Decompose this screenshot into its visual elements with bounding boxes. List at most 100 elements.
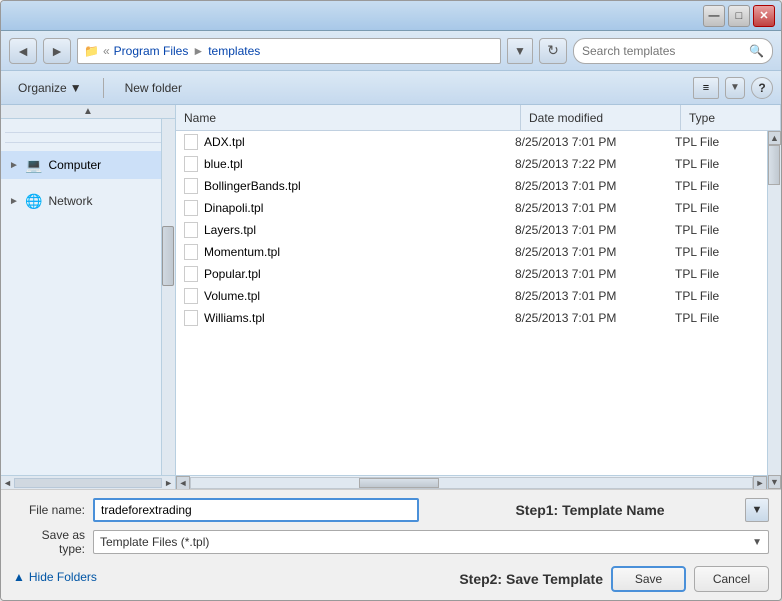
table-row[interactable]: Momentum.tpl 8/25/2013 7:01 PM TPL File [176, 241, 767, 263]
breadcrumb-icon: 📁 [84, 44, 99, 58]
refresh-button[interactable]: ↻ [539, 38, 567, 64]
sidebar-scroll-thumb[interactable] [162, 226, 174, 286]
bottom-footer: ▲ Hide Folders Step2: Save Template Save… [13, 562, 769, 592]
file-area: Name Date modified Type ADX.tpl 8/25/201… [176, 105, 781, 489]
minimize-button[interactable]: — [703, 5, 725, 27]
search-icon: 🔍 [749, 44, 764, 58]
save-type-arrow-icon: ▼ [752, 537, 762, 548]
new-folder-label: New folder [125, 81, 182, 95]
file-cell-type: TPL File [667, 157, 767, 171]
vertical-scrollbar: ▲ ▼ [767, 131, 781, 489]
file-cell-name: Volume.tpl [176, 288, 507, 304]
table-row[interactable]: Layers.tpl 8/25/2013 7:01 PM TPL File [176, 219, 767, 241]
sidebar-scroll-track [162, 119, 174, 475]
sidebar-item-network[interactable]: ► 🌐 Network [1, 187, 175, 215]
back-button[interactable]: ◄ [9, 38, 37, 64]
file-cell-type: TPL File [667, 267, 767, 281]
toolbar-right: ≡ ▼ ? [693, 77, 773, 99]
path-dropdown-button[interactable]: ▼ [507, 38, 533, 64]
search-input[interactable] [582, 44, 745, 58]
table-row[interactable]: Dinapoli.tpl 8/25/2013 7:01 PM TPL File [176, 197, 767, 219]
file-cell-date: 8/25/2013 7:01 PM [507, 245, 667, 259]
hscroll-track [190, 477, 753, 489]
sidebar-scroll-up[interactable]: ▲ [1, 105, 175, 119]
file-cell-name: ADX.tpl [176, 134, 507, 150]
file-cell-name: blue.tpl [176, 156, 507, 172]
table-row[interactable]: BollingerBands.tpl 8/25/2013 7:01 PM TPL… [176, 175, 767, 197]
save-type-row: Save as type: Template Files (*.tpl) ▼ [13, 528, 769, 556]
file-cell-date: 8/25/2013 7:01 PM [507, 135, 667, 149]
file-cell-type: TPL File [667, 245, 767, 259]
vscroll-down-button[interactable]: ▼ [768, 475, 781, 489]
file-list-header: Name Date modified Type [176, 105, 781, 131]
maximize-button[interactable]: □ [728, 5, 750, 27]
title-bar-buttons: — □ ✕ [703, 5, 775, 27]
bottom-section: File name: Step1: Template Name ▼ Save a… [1, 489, 781, 600]
column-header-date[interactable]: Date modified [521, 105, 681, 130]
action-row: Step2: Save Template Save Cancel [459, 562, 769, 592]
file-name-text: Volume.tpl [204, 289, 260, 303]
address-bar: ◄ ► 📁 « Program Files ► templates ▼ ↻ 🔍 [1, 31, 781, 71]
file-cell-name: Williams.tpl [176, 310, 507, 326]
hscroll-left-button[interactable]: ◄ [176, 476, 190, 490]
hide-folders-button[interactable]: ▲ Hide Folders [13, 566, 97, 588]
table-row[interactable]: blue.tpl 8/25/2013 7:22 PM TPL File [176, 153, 767, 175]
file-cell-type: TPL File [667, 179, 767, 193]
file-name-text: ADX.tpl [204, 135, 245, 149]
new-folder-button[interactable]: New folder [116, 76, 191, 100]
file-name-text: Williams.tpl [204, 311, 265, 325]
breadcrumb-program-files[interactable]: Program Files [114, 44, 189, 58]
cancel-button[interactable]: Cancel [694, 566, 769, 592]
file-cell-date: 8/25/2013 7:01 PM [507, 223, 667, 237]
file-name-input[interactable] [93, 498, 419, 522]
table-row[interactable]: Williams.tpl 8/25/2013 7:01 PM TPL File [176, 307, 767, 329]
help-button[interactable]: ? [751, 77, 773, 99]
sidebar: ▲ ► 💻 Computer ► 🌐 [1, 105, 176, 489]
column-header-name[interactable]: Name [176, 105, 521, 130]
sidebar-item-network-label: Network [48, 194, 92, 208]
close-button[interactable]: ✕ [753, 5, 775, 27]
table-row[interactable]: ADX.tpl 8/25/2013 7:01 PM TPL File [176, 131, 767, 153]
save-button[interactable]: Save [611, 566, 686, 592]
hide-folders-label: Hide Folders [29, 570, 97, 584]
forward-button[interactable]: ► [43, 38, 71, 64]
sidebar-scroll-area: ► 💻 Computer ► 🌐 Network [1, 119, 175, 475]
hscroll-right-button[interactable]: ► [753, 476, 767, 490]
vscroll-up-button[interactable]: ▲ [768, 131, 781, 145]
column-header-type[interactable]: Type [681, 105, 781, 130]
file-icon [184, 310, 198, 326]
sidebar-scroll-down[interactable]: ◄ ► [1, 475, 175, 489]
file-icon [184, 134, 198, 150]
breadcrumb-templates[interactable]: templates [208, 44, 260, 58]
hscroll-thumb[interactable] [359, 478, 439, 488]
sidebar-item-computer-label: Computer [48, 158, 101, 172]
organize-arrow-icon: ▼ [70, 81, 82, 95]
table-row[interactable]: Volume.tpl 8/25/2013 7:01 PM TPL File [176, 285, 767, 307]
computer-chevron-icon: ► [9, 160, 19, 171]
sidebar-scrollbar[interactable] [161, 119, 175, 475]
save-type-dropdown[interactable]: Template Files (*.tpl) ▼ [93, 530, 769, 554]
step1-dropdown-button[interactable]: ▼ [745, 498, 769, 522]
file-icon [184, 222, 198, 238]
organize-button[interactable]: Organize ▼ [9, 76, 91, 100]
horizontal-scrollbar: ◄ ► [176, 475, 767, 489]
view-arrow-button[interactable]: ▼ [725, 77, 745, 99]
file-name-text: Popular.tpl [204, 267, 261, 281]
save-dialog-window: — □ ✕ ◄ ► 📁 « Program Files ► templates … [0, 0, 782, 601]
vscroll-thumb[interactable] [768, 145, 780, 185]
breadcrumb-arrow-sep: ► [192, 44, 204, 58]
file-cell-date: 8/25/2013 7:01 PM [507, 311, 667, 325]
file-cell-name: BollingerBands.tpl [176, 178, 507, 194]
file-list: ADX.tpl 8/25/2013 7:01 PM TPL File blue.… [176, 131, 767, 475]
organize-label: Organize [18, 81, 67, 95]
save-type-value: Template Files (*.tpl) [100, 535, 752, 549]
vscroll-track [768, 145, 781, 475]
hide-folders-icon: ▲ [13, 570, 25, 584]
file-cell-name: Popular.tpl [176, 266, 507, 282]
view-button[interactable]: ≡ [693, 77, 719, 99]
breadcrumb-separator: « [103, 44, 110, 58]
sidebar-item-computer[interactable]: ► 💻 Computer [1, 151, 175, 179]
file-icon [184, 156, 198, 172]
table-row[interactable]: Popular.tpl 8/25/2013 7:01 PM TPL File [176, 263, 767, 285]
file-cell-name: Dinapoli.tpl [176, 200, 507, 216]
